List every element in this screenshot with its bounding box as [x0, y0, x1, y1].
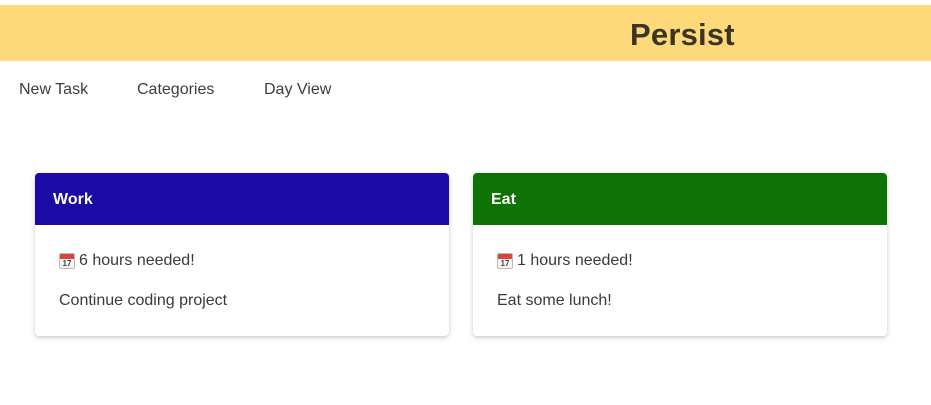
task-description: Eat some lunch! — [497, 292, 612, 309]
hours-needed-text: 1 hours needed! — [517, 252, 633, 269]
hours-needed: 17 6 hours needed! — [59, 252, 195, 270]
main-nav: New Task Categories Day View — [0, 61, 931, 119]
card-header: Eat — [473, 173, 887, 225]
nav-new-task-link[interactable]: New Task — [19, 81, 88, 99]
card-category-title: Eat — [491, 191, 516, 208]
task-card-work: Work 17 6 hours needed! Continue coding … — [35, 173, 449, 336]
card-category-title: Work — [53, 191, 93, 208]
card-body: 17 1 hours needed! Eat some lunch! — [473, 225, 887, 336]
task-card-eat: Eat 17 1 hours needed! Eat some lunch! — [473, 173, 887, 336]
card-body: 17 6 hours needed! Continue coding proje… — [35, 225, 449, 336]
card-header: Work — [35, 173, 449, 225]
task-description: Continue coding project — [59, 292, 228, 309]
app-header: Persist — [0, 5, 931, 61]
calendar-icon: 17 — [59, 253, 75, 269]
calendar-icon: 17 — [497, 253, 513, 269]
hours-needed-text: 6 hours needed! — [79, 252, 195, 269]
nav-day-view-link[interactable]: Day View — [264, 81, 331, 99]
hours-needed: 17 1 hours needed! — [497, 252, 633, 270]
app-title: Persist — [630, 17, 735, 52]
nav-categories-link[interactable]: Categories — [137, 81, 214, 99]
